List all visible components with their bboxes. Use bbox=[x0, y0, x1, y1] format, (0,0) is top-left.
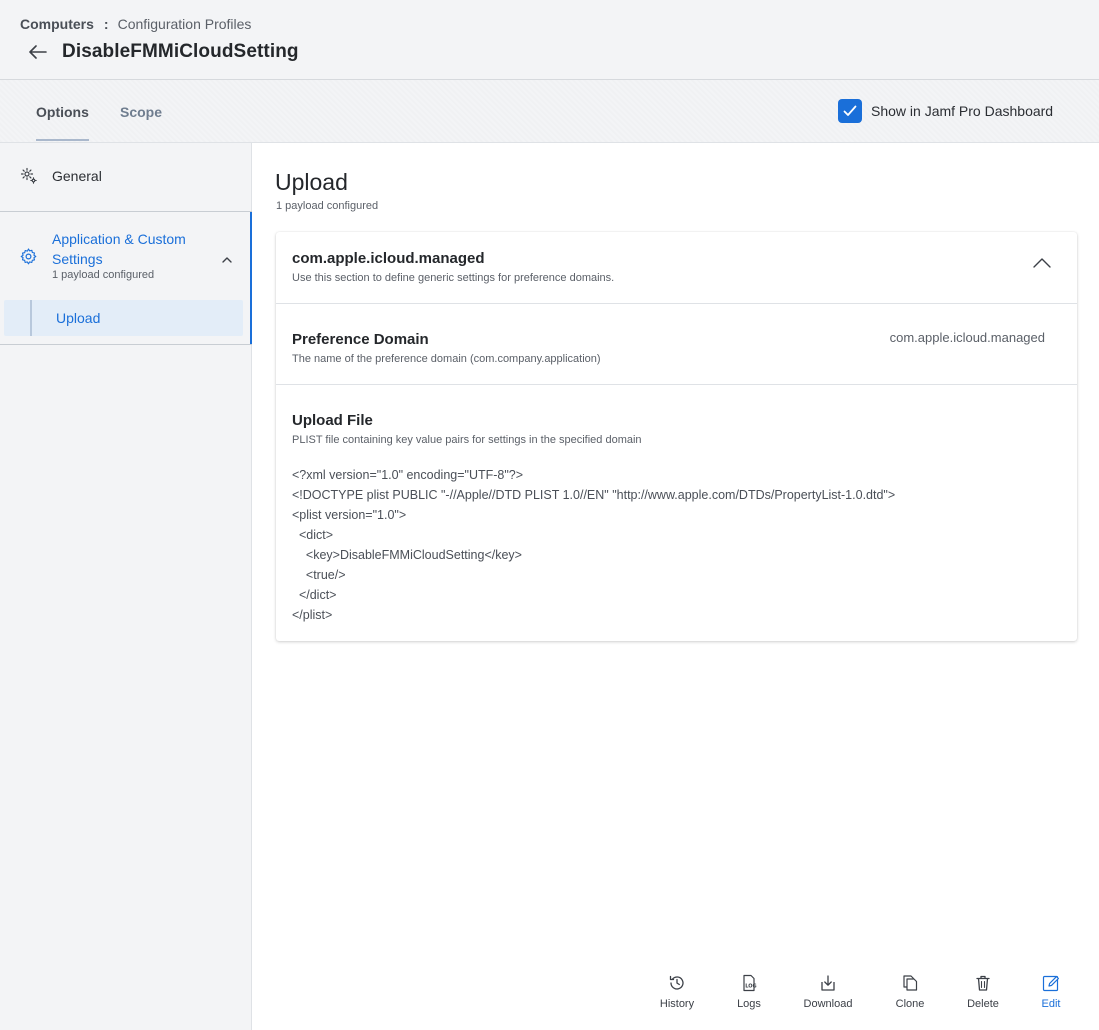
logs-icon-text: LOG bbox=[745, 984, 756, 990]
payload-card: com.apple.icloud.managed Use this sectio… bbox=[276, 232, 1077, 641]
delete-button[interactable]: Delete bbox=[965, 968, 1001, 1014]
payload-description: Use this section to define generic setti… bbox=[292, 272, 615, 284]
history-button[interactable]: History bbox=[659, 968, 695, 1014]
download-button[interactable]: Download bbox=[801, 968, 855, 1014]
tab-bar: Options Scope Show in Jamf Pro Dashboard bbox=[0, 80, 1099, 143]
dashboard-label: Show in Jamf Pro Dashboard bbox=[871, 103, 1054, 119]
delete-label: Delete bbox=[967, 998, 999, 1010]
gear-icon bbox=[20, 248, 37, 270]
payload-card-header: com.apple.icloud.managed Use this sectio… bbox=[276, 232, 1077, 304]
sidebar-subitem-upload-label: Upload bbox=[56, 310, 101, 326]
gear-icon bbox=[20, 167, 38, 190]
plist-line: <dict> bbox=[292, 528, 333, 542]
sidebar-item-application-subtitle: 1 payload configured bbox=[52, 269, 155, 281]
download-label: Download bbox=[803, 998, 853, 1010]
breadcrumb-separator: : bbox=[103, 16, 109, 32]
breadcrumb-computers[interactable]: Computers bbox=[20, 16, 94, 32]
breadcrumb: Computers : Configuration Profiles bbox=[20, 16, 251, 32]
sidebar-item-general[interactable]: General bbox=[0, 143, 251, 212]
history-label: History bbox=[659, 998, 695, 1010]
upload-file-description: PLIST file containing key value pairs fo… bbox=[292, 434, 642, 446]
section-title: Upload bbox=[275, 169, 348, 195]
sidebar: General Application & Custom Settings 1 … bbox=[0, 143, 252, 1030]
logs-button[interactable]: LOG Logs bbox=[736, 968, 762, 1014]
tab-options[interactable]: Options bbox=[36, 80, 89, 143]
chevron-up-icon[interactable] bbox=[221, 251, 233, 269]
plist-line: <?xml version="1.0" encoding="UTF-8"?> bbox=[292, 468, 524, 482]
main-content: Upload 1 payload configured com.apple.ic… bbox=[252, 143, 1099, 1030]
clone-icon bbox=[901, 972, 919, 994]
pencil-icon bbox=[1042, 972, 1060, 994]
preference-domain-description: The name of the preference domain (com.c… bbox=[292, 353, 601, 365]
edit-label: Edit bbox=[1041, 998, 1061, 1010]
preference-domain-row: Preference Domain The name of the prefer… bbox=[276, 304, 1077, 385]
plist-line: <plist version="1.0"> bbox=[292, 508, 407, 522]
back-arrow-icon[interactable] bbox=[26, 40, 50, 64]
payload-heading: com.apple.icloud.managed bbox=[292, 250, 485, 267]
plist-line: <true/> bbox=[292, 568, 346, 582]
collapse-chevron-icon[interactable] bbox=[1032, 256, 1052, 274]
breadcrumb-configuration-profiles[interactable]: Configuration Profiles bbox=[118, 16, 252, 32]
edit-button[interactable]: Edit bbox=[1040, 968, 1062, 1014]
checkmark-icon bbox=[843, 105, 857, 116]
upload-file-row: Upload File PLIST file containing key va… bbox=[276, 385, 1077, 641]
page-title: DisableFMMiCloudSetting bbox=[62, 41, 299, 62]
download-icon bbox=[819, 972, 837, 994]
history-icon bbox=[668, 972, 686, 994]
preference-domain-label: Preference Domain bbox=[292, 331, 429, 348]
sidebar-item-application-custom-settings: Application & Custom Settings 1 payload … bbox=[0, 211, 252, 345]
plist-line: </dict> bbox=[292, 588, 337, 602]
logs-icon: LOG bbox=[740, 972, 758, 994]
sidebar-subitem-upload[interactable]: Upload bbox=[4, 300, 243, 336]
plist-content: <?xml version="1.0" encoding="UTF-8"?> <… bbox=[292, 465, 895, 625]
dashboard-checkbox[interactable] bbox=[838, 99, 862, 123]
clone-button[interactable]: Clone bbox=[894, 968, 926, 1014]
sidebar-item-general-label: General bbox=[52, 168, 102, 184]
page-header: Computers : Configuration Profiles Disab… bbox=[0, 0, 1099, 80]
trash-icon bbox=[974, 972, 992, 994]
subitem-indent-bar bbox=[30, 300, 32, 336]
clone-label: Clone bbox=[895, 998, 925, 1010]
title-row: DisableFMMiCloudSetting bbox=[26, 40, 299, 64]
plist-line: </plist> bbox=[292, 608, 333, 622]
sidebar-item-application-label[interactable]: Application & Custom Settings bbox=[52, 229, 202, 269]
tab-scope[interactable]: Scope bbox=[120, 80, 162, 143]
logs-label: Logs bbox=[737, 998, 761, 1010]
plist-line: <key>DisableFMMiCloudSetting</key> bbox=[292, 548, 522, 562]
preference-domain-value: com.apple.icloud.managed bbox=[889, 330, 1045, 345]
plist-line: <!DOCTYPE plist PUBLIC "-//Apple//DTD PL… bbox=[292, 488, 896, 502]
upload-file-label: Upload File bbox=[292, 412, 373, 429]
section-subtitle: 1 payload configured bbox=[276, 200, 379, 212]
show-in-dashboard-toggle[interactable]: Show in Jamf Pro Dashboard bbox=[838, 99, 1053, 123]
